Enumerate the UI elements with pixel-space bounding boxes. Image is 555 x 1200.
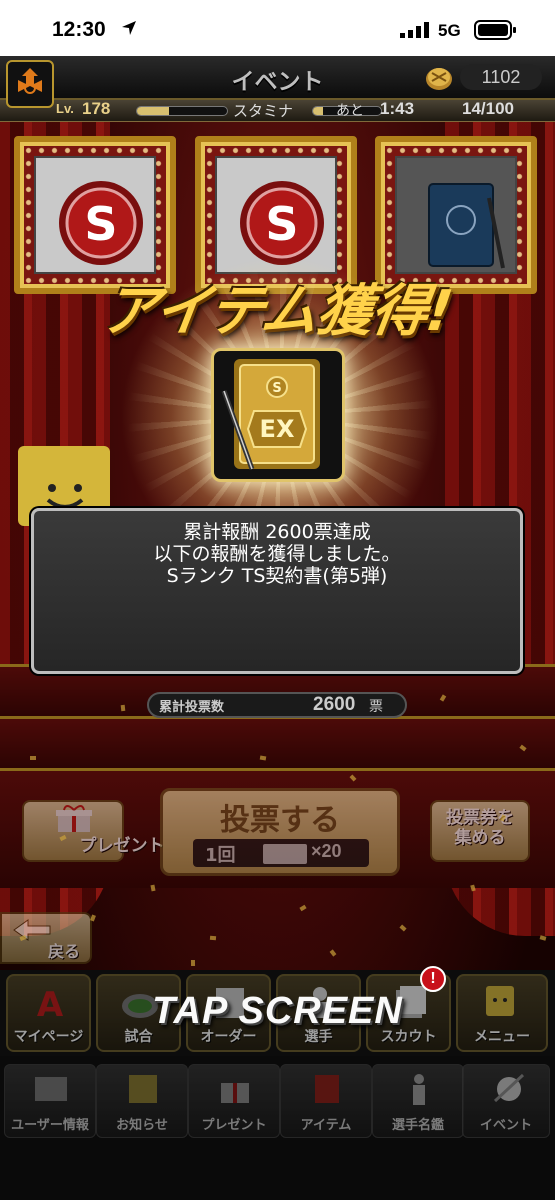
collect-label: 投票券を 集める (432, 808, 528, 848)
total-votes-bar: 累計投票数 2600 票 (147, 692, 407, 718)
svg-text:S: S (84, 197, 117, 251)
stats-bar: Lv. 178 スタミナ あと 1:43 14/100 (0, 99, 555, 122)
vote-count: 1回 (205, 845, 236, 866)
nav-event[interactable]: イベント (462, 1064, 550, 1138)
battery-icon (474, 20, 516, 40)
top-bar: イベント 1102 (0, 56, 555, 100)
nav-player-book[interactable]: 選手名鑑 (372, 1064, 464, 1138)
vote-cost-value: ×20 (311, 841, 342, 861)
svg-text:S: S (272, 381, 281, 396)
vote-button[interactable]: 投票する 1回 ×20 (160, 788, 400, 876)
news-icon (129, 1075, 157, 1103)
ticket-icon (263, 844, 307, 864)
gift-icon (56, 805, 92, 832)
reward-headline: アイテム獲得! (97, 279, 456, 344)
confetti-piece (399, 924, 407, 932)
confetti-piece (190, 959, 196, 967)
back-label: 戻る (48, 942, 81, 961)
nav-present-label: プレゼント (201, 1118, 267, 1133)
remaining-label: あと (336, 103, 364, 119)
vote-cost: 1回 ×20 (193, 839, 369, 867)
nav-present[interactable]: プレゼント (188, 1064, 280, 1138)
nav-item[interactable]: アイテム (280, 1064, 372, 1138)
confetti-piece (209, 935, 217, 941)
notification-badge: ! (420, 966, 446, 992)
stamina-value: 14/100 (462, 99, 514, 118)
reward-message-box: 累計報酬 2600票達成 以下の報酬を獲得しました。 Sランク TS契約書(第5… (31, 508, 523, 674)
back-button[interactable]: 戻る (0, 912, 92, 964)
message-line-2: 以下の報酬を獲得しました。 (153, 543, 401, 565)
batter-icon (413, 1074, 425, 1105)
ex-contract-icon: S EX (211, 348, 345, 482)
baseball-icon (493, 1073, 525, 1103)
present-label: プレゼント (79, 836, 165, 856)
item-book-icon (315, 1075, 339, 1103)
total-votes-unit: 票 (369, 699, 383, 715)
stamina-label: スタミナ (233, 102, 294, 120)
location-arrow-icon (122, 21, 136, 35)
nav-event-label: イベント (479, 1118, 532, 1133)
confetti-piece (299, 904, 307, 912)
confetti-piece (259, 755, 267, 761)
confetti-piece (30, 756, 36, 760)
vote-label: 投票する (220, 803, 340, 838)
collect-label-line-1: 投票券を (446, 808, 514, 828)
nav-user-info[interactable]: ユーザー情報 (4, 1064, 96, 1138)
nav-item-label: アイテム (300, 1118, 352, 1133)
nav-news-label: お知らせ (116, 1118, 168, 1133)
message-line-1: 累計報酬 2600票達成 (183, 521, 371, 543)
gift-icon (221, 1083, 249, 1103)
level-label: Lv. (56, 101, 74, 116)
level-value: 178 (82, 99, 111, 118)
bottom-nav: ユーザー情報 お知らせ プレゼント アイテム 選手名鑑 イベント (0, 1056, 555, 1200)
svg-text:EX: EX (260, 415, 295, 443)
coin-count: 1102 (460, 64, 542, 90)
nav-player-book-label: 選手名鑑 (391, 1118, 444, 1133)
confetti-piece (150, 884, 156, 892)
message-line-3: Sランク TS契約書(第5弾) (166, 565, 388, 587)
stamina-timer: 1:43 (380, 99, 415, 118)
exp-fill (137, 107, 169, 115)
status-time: 12:30 (52, 18, 106, 41)
svg-text:S: S (265, 197, 298, 251)
tap-screen-prompt[interactable]: TAP SCREEN (0, 990, 555, 1033)
collect-tickets-button[interactable]: 投票券を 集める (430, 800, 530, 862)
exp-bar (136, 106, 228, 116)
total-votes-value: 2600 (313, 694, 356, 715)
total-votes-label: 累計投票数 (159, 700, 225, 715)
coin-icon (426, 68, 452, 90)
game-stage[interactable]: イベント 1102 Lv. 178 スタミナ あと 1:43 14/100 S (0, 56, 555, 1200)
confetti-piece (90, 914, 96, 922)
back-arrow-icon (13, 919, 51, 941)
team-logo-icon[interactable] (6, 60, 54, 108)
confetti-piece (539, 935, 547, 941)
nav-user-info-label: ユーザー情報 (11, 1118, 89, 1133)
present-button[interactable]: プレゼント (22, 800, 165, 862)
stage-step (0, 716, 555, 770)
status-bar: 12:30 5G (0, 0, 555, 56)
user-info-icon (35, 1077, 67, 1101)
nav-news[interactable]: お知らせ (96, 1064, 188, 1138)
signal-icon (400, 22, 429, 38)
confetti-piece (329, 949, 337, 957)
network-label: 5G (438, 21, 461, 40)
stamina-fill (313, 107, 323, 115)
collect-label-line-2: 集める (454, 828, 506, 848)
confetti-piece (120, 704, 126, 712)
